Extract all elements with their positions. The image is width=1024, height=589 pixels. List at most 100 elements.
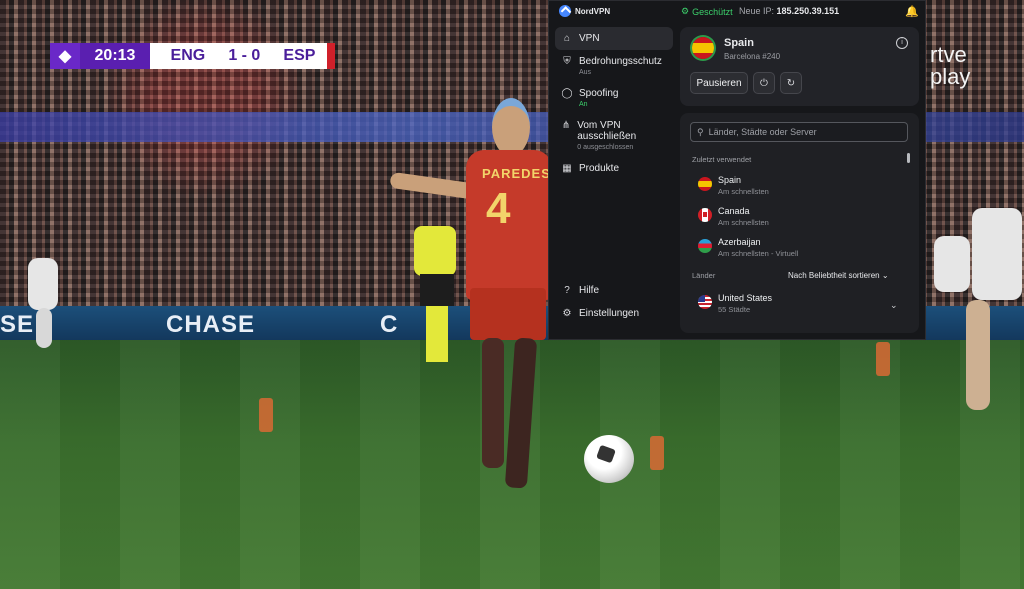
- sidebar-nav: ⌂ VPN ⛨ Bedrohungsschutz Aus ◯ Spoofing …: [555, 27, 673, 180]
- reconnect-button[interactable]: ↻: [780, 72, 802, 94]
- country-detail: 55 Städte: [718, 305, 751, 314]
- player-shirt-number: 4: [486, 184, 511, 233]
- sidebar-item-settings[interactable]: ⚙ Einstellungen: [555, 302, 673, 325]
- recent-item-spain[interactable]: Spain Am schnellsten: [698, 173, 898, 199]
- sidebar-item-label: Hilfe: [579, 285, 600, 296]
- away-team: ESP: [283, 47, 316, 64]
- sidebar-item-vpn[interactable]: ⌂ VPN: [555, 27, 673, 50]
- expand-chevron-icon[interactable]: ⌄: [890, 300, 898, 311]
- info-icon[interactable]: i: [896, 37, 908, 49]
- training-cone: [259, 398, 273, 432]
- nordvpn-window: NordVPN ⚙ Geschützt Neue IP: 185.250.39.…: [548, 0, 926, 340]
- protection-status-label: Geschützt: [692, 6, 733, 17]
- sidebar-item-status: Aus: [579, 69, 592, 76]
- scorebug: ◆ 20:13 ENG 1 - 0 ESP: [50, 43, 335, 69]
- connected-country: Spain: [724, 37, 754, 49]
- scrollbar[interactable]: [907, 153, 910, 163]
- referee-shorts: [420, 274, 454, 306]
- referee-legs: [426, 306, 448, 362]
- ad-text-chase: CHASE: [166, 311, 256, 338]
- grid-icon: ▦: [562, 163, 572, 174]
- recent-item-canada[interactable]: Canada Am schnellsten: [698, 204, 898, 230]
- server-name: Canada: [718, 206, 750, 216]
- sidebar-bottom: ? Hilfe ⚙ Einstellungen: [555, 279, 673, 325]
- country-name: United States: [718, 293, 773, 303]
- away-color-marker: [327, 43, 335, 69]
- score: 1 - 0: [228, 47, 261, 64]
- ip-value: 185.250.39.151: [776, 6, 840, 16]
- sort-dropdown[interactable]: Nach Beliebtheit sortieren ⌄: [788, 271, 889, 280]
- player-england-left: [28, 258, 58, 310]
- sort-label: Nach Beliebtheit sortieren: [788, 271, 880, 280]
- server-name: Spain: [718, 175, 742, 185]
- player-england-edge-leg: [966, 300, 990, 410]
- search-placeholder: Länder, Städte oder Server: [708, 127, 817, 137]
- eye-off-icon: ◯: [561, 88, 573, 99]
- sidebar-item-status: An: [579, 101, 588, 108]
- spain-flag-icon: [698, 177, 712, 191]
- nordvpn-logo: NordVPN: [559, 5, 610, 17]
- sidebar-item-label: Spoofing: [579, 88, 619, 99]
- ip-label: Neue IP:: [739, 6, 775, 16]
- player-shirt-name: PAREDES: [482, 166, 551, 181]
- player-england-right: [934, 236, 970, 292]
- nordvpn-logo-icon: [559, 5, 571, 17]
- sidebar-item-spoofing[interactable]: ◯ Spoofing An: [555, 82, 673, 114]
- sidebar-item-help[interactable]: ? Hilfe: [555, 279, 673, 302]
- referee-shirt: [414, 226, 456, 276]
- bell-icon[interactable]: 🔔: [905, 5, 919, 18]
- sidebar-item-status: 0 ausgeschlossen: [577, 144, 634, 151]
- player-england-edge: [972, 208, 1022, 300]
- sidebar-item-label: VPN: [579, 33, 600, 44]
- player-shorts: [470, 288, 546, 340]
- sidebar-item-label: Vom VPN ausschließen: [577, 120, 637, 142]
- training-cone: [650, 436, 664, 470]
- disconnect-button[interactable]: ⏻: [753, 72, 775, 94]
- ad-text-left: SE: [0, 311, 35, 338]
- spain-flag-icon: [692, 37, 714, 59]
- countries-section-title: Länder: [692, 271, 716, 280]
- power-icon: ⏻: [760, 77, 768, 89]
- search-icon: ⚲: [697, 126, 704, 137]
- country-item-united-states[interactable]: United States 55 Städte: [698, 291, 898, 317]
- chevron-down-icon: ⌄: [881, 271, 889, 280]
- server-detail: Am schnellsten: [718, 187, 769, 196]
- competition-logo-icon: ◆: [50, 43, 80, 69]
- scoreline: ENG 1 - 0 ESP: [156, 43, 327, 69]
- player-england-left-legs: [36, 308, 52, 348]
- broadcaster-logo-line2: play: [930, 64, 971, 89]
- pause-button[interactable]: Pausieren: [690, 72, 748, 94]
- ip-address: Neue IP: 185.250.39.151: [739, 6, 839, 16]
- azerbaijan-flag-icon: [698, 239, 712, 253]
- server-detail: Am schnellsten - Virtuell: [718, 249, 799, 258]
- server-name: Azerbaijan: [718, 237, 761, 247]
- player-leg-left: [482, 338, 504, 468]
- recent-item-azerbaijan[interactable]: Azerbaijan Am schnellsten - Virtuell: [698, 235, 898, 261]
- server-search-input[interactable]: ⚲ Länder, Städte oder Server: [690, 122, 908, 142]
- sidebar-item-split-tunneling[interactable]: ⋔ Vom VPN ausschließen 0 ausgeschlossen: [555, 114, 673, 157]
- split-icon: ⋔: [561, 120, 571, 131]
- home-icon: ⌂: [563, 33, 571, 44]
- connected-server: Barcelona #240: [724, 52, 781, 61]
- united-states-flag-icon: [698, 295, 712, 309]
- protection-status: ⚙ Geschützt: [681, 6, 733, 17]
- home-team: ENG: [170, 47, 206, 64]
- match-clock: 20:13: [80, 43, 150, 69]
- server-detail: Am schnellsten: [718, 218, 769, 227]
- shield-icon: ⛨: [563, 56, 571, 67]
- sidebar-item-products[interactable]: ▦ Produkte: [555, 157, 673, 180]
- help-icon: ?: [564, 285, 570, 296]
- sidebar-item-label: Bedrohungsschutz: [579, 56, 662, 67]
- sidebar-item-label: Produkte: [579, 163, 620, 174]
- broadcaster-logo: rtve play: [930, 44, 970, 88]
- server-panel: ⚲ Länder, Städte oder Server Zuletzt ver…: [680, 113, 919, 333]
- broadcaster-logo-line1: rtve: [930, 42, 967, 67]
- recent-section-title: Zuletzt verwendet: [692, 155, 752, 164]
- sidebar-item-threat-protection[interactable]: ⛨ Bedrohungsschutz Aus: [555, 50, 673, 82]
- ad-text-right: C: [380, 311, 399, 338]
- connection-card: Spain Barcelona #240 i Pausieren ⏻ ↻: [680, 27, 919, 106]
- sidebar-item-label: Einstellungen: [579, 308, 640, 319]
- refresh-icon: ↻: [786, 77, 796, 89]
- canada-flag-icon: [698, 208, 712, 222]
- football: [584, 435, 634, 483]
